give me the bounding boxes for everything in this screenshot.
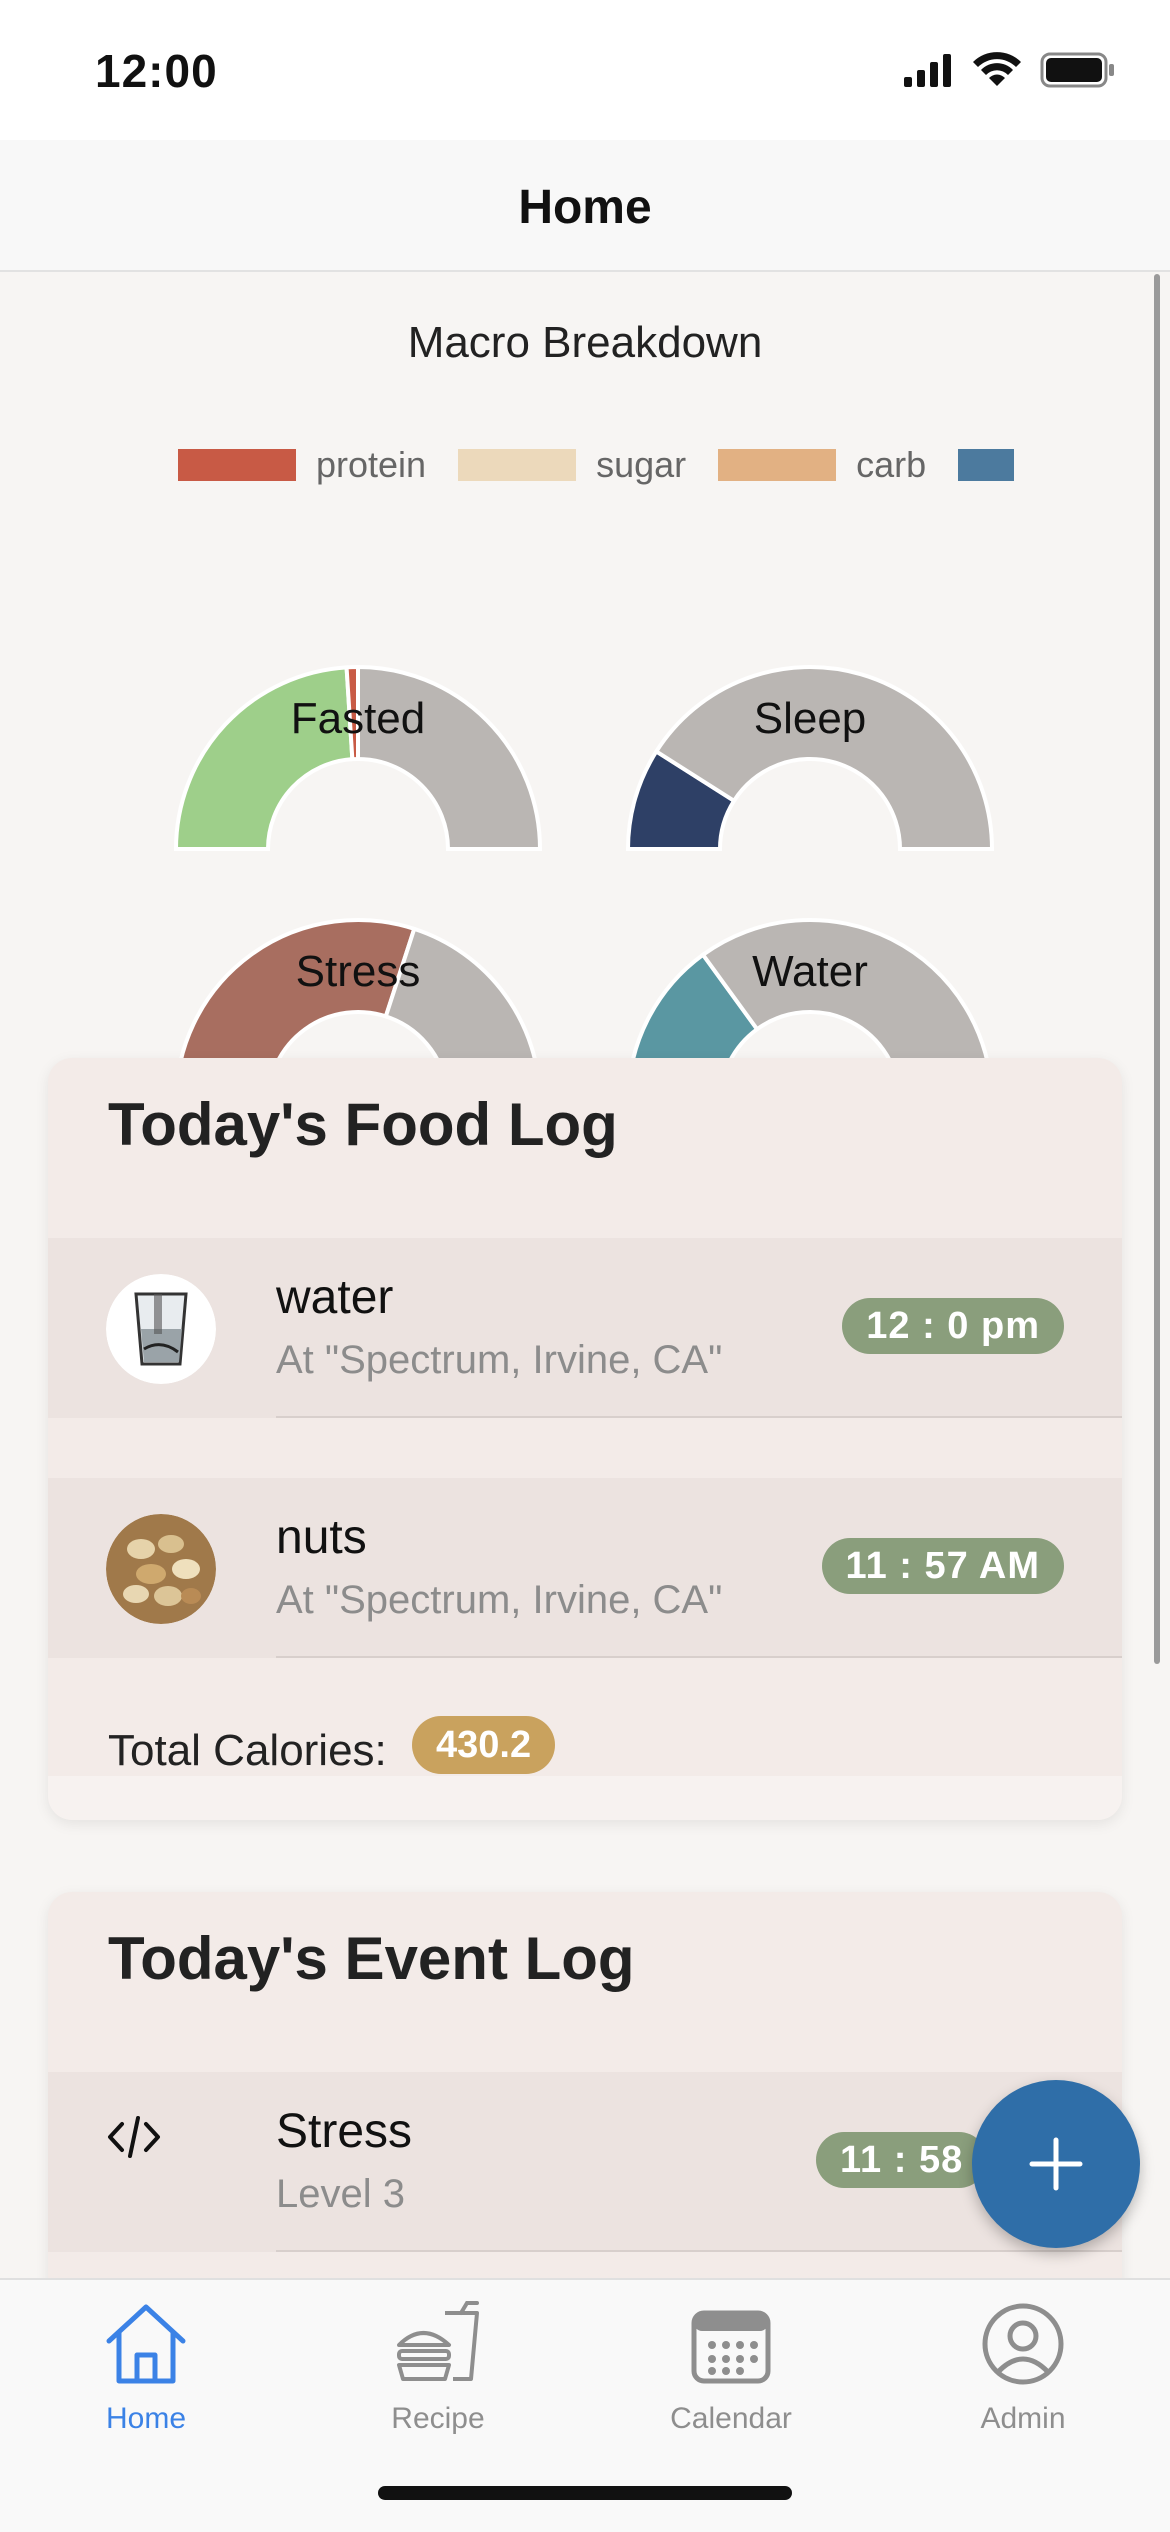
food-log-title: Today's Food Log [108,1091,618,1158]
wifi-icon [973,52,1021,86]
event-log-title: Today's Event Log [108,1925,635,1992]
tab-admin[interactable]: Admin [923,2294,1123,2436]
tab-recipe[interactable]: Recipe [338,2294,538,2436]
total-calories-label: Total Calories: [108,1726,387,1775]
row-divider [276,1416,1122,1418]
plus-icon [1029,2137,1083,2191]
row-divider [276,2250,1122,2252]
tab-label: Admin [980,2402,1066,2435]
event-item-detail: Level 3 [276,2172,405,2216]
food-item-time-badge: 11 : 57 AM [821,1538,1064,1594]
home-icon [46,2294,246,2394]
event-item-name: Stress [276,2105,413,2158]
food-log-row[interactable]: water At "Spectrum, Irvine, CA" 12 : 0 p… [48,1238,1122,1418]
food-item-time-badge: 12 : 0 pm [842,1298,1064,1354]
event-log-row[interactable]: Stress Level 3 11 : 58 [48,2072,1122,2252]
status-bar: 12:00 [0,0,1170,140]
gauge-charts: Fasted Sleep Stress Water [173,664,995,1104]
burger-drink-icon [338,2294,538,2394]
gauge-sleep-label: Sleep [754,694,867,743]
gauge-fasted-label: Fasted [291,694,426,743]
food-item-location: At "Spectrum, Irvine, CA" [276,1338,723,1382]
nuts-image [106,1514,216,1624]
add-entry-button[interactable] [972,2080,1140,2248]
food-log-row[interactable]: nuts At "Spectrum, Irvine, CA" 11 : 57 A… [48,1478,1122,1658]
page-title: Home [518,181,652,234]
gauge-stress-label: Stress [296,947,421,996]
nav-header: Home [0,140,1170,272]
tab-label: Home [105,2402,187,2435]
event-item-time-badge: 11 : 58 [816,2132,988,2188]
row-divider [276,1656,1122,1658]
event-log-card: Today's Event Log Stress Level 3 11 : 58 [48,1892,1122,2278]
food-item-name: water [276,1271,394,1324]
gauge-water-label: Water [752,947,868,996]
scroll-indicator[interactable] [1154,274,1160,1664]
calendar-icon [631,2294,831,2394]
food-item-location: At "Spectrum, Irvine, CA" [276,1578,723,1622]
cellular-signal-icon [904,54,951,87]
card-footer [48,1776,1122,1820]
tab-label: Recipe [391,2402,485,2435]
code-icon [106,2112,162,2167]
tab-label: Calendar [670,2402,792,2435]
home-scroll-area[interactable]: Macro Breakdown protein sugar carb Faste… [0,274,1170,2278]
status-time: 12:00 [95,45,218,97]
user-circle-icon [923,2294,1123,2394]
food-log-card: Today's Food Log water At "Spectrum, Irv… [48,1058,1122,1820]
tab-home[interactable]: Home [46,2294,246,2436]
status-icons [902,52,1116,88]
tab-calendar[interactable]: Calendar [631,2294,831,2436]
home-indicator [378,2486,792,2500]
food-item-name: nuts [276,1511,367,1564]
battery-icon [1040,52,1114,88]
total-calories-badge: 430.2 [412,1716,556,1774]
water-glass-image [106,1274,216,1384]
